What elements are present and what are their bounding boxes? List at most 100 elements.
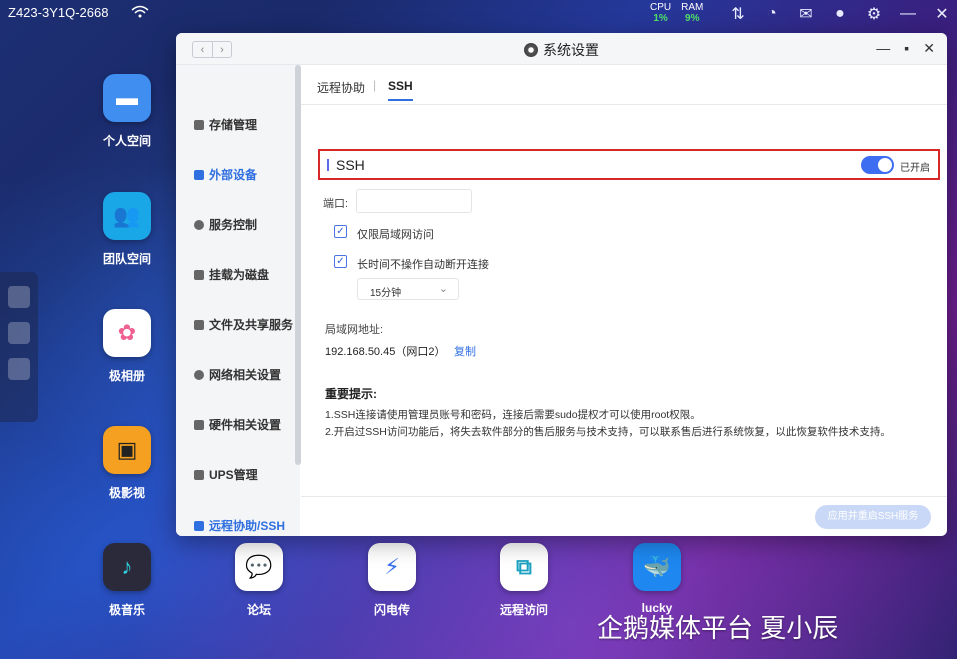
sidebar-item-storage[interactable]: 存储管理 xyxy=(194,116,257,133)
sidebar-item-file-sharing[interactable]: 文件及共享服务 xyxy=(194,316,293,333)
sidebar-item-label: 外部设备 xyxy=(209,168,258,182)
dock-drive-icon[interactable] xyxy=(8,286,30,308)
sidebar-item-label: 文件及共享服务 xyxy=(209,318,294,332)
desktop-icon-label: 闪电传 xyxy=(373,603,410,617)
lan-address-label: 局域网地址: xyxy=(325,324,384,336)
tab-bar: 远程协助 | SSH xyxy=(301,65,947,105)
sidebar-item-label: 网络相关设置 xyxy=(209,368,282,382)
user-icon[interactable]: ● xyxy=(830,4,850,24)
important-note-1: 1.SSH连接请使用管理员账号和密码，连接后需要sudo提权才可以使用root权… xyxy=(325,409,701,421)
photos-icon: ✿ xyxy=(103,309,151,357)
window-title: 系统设置 xyxy=(543,42,599,58)
device-name[interactable]: Z423-3Y1Q-2668 xyxy=(8,5,108,20)
video-icon: ▣ xyxy=(103,426,151,474)
desktop-icon-label: 极音乐 xyxy=(108,603,145,617)
timeout-value: 15分钟 xyxy=(370,288,402,299)
watermark: 企鹅媒体平台 夏小辰 xyxy=(597,613,839,643)
resource-stats[interactable]: CPU 1% RAM 9% xyxy=(650,2,703,24)
desktop-icon-video[interactable]: ▣ 极影视 xyxy=(82,426,172,501)
music-icon: ♪ xyxy=(103,543,151,591)
ssh-label: SSH xyxy=(336,157,365,173)
left-dock xyxy=(0,272,38,422)
close-icon[interactable]: ✕ xyxy=(932,4,952,24)
port-label: 端口: xyxy=(323,198,349,210)
copy-link[interactable]: 复制 xyxy=(454,343,476,359)
top-bar: Z423-3Y1Q-2668 CPU 1% RAM 9% ⇅ ◔ ✉ ● ⚙ — ✕ xyxy=(0,0,957,28)
ram-label: RAM xyxy=(681,2,704,13)
ups-icon xyxy=(194,469,204,480)
desktop-icon-label: 极影视 xyxy=(108,486,145,500)
accent-bar xyxy=(327,159,329,171)
sidebar-item-label: 服务控制 xyxy=(209,218,258,232)
desktop-icon-team[interactable]: 👥 团队空间 xyxy=(82,192,172,267)
desktop-icon-label: 远程访问 xyxy=(499,603,548,617)
desktop-icon-label: 论坛 xyxy=(246,603,271,617)
flash-transfer-icon: ⚡ xyxy=(368,543,416,591)
minimize-window-icon[interactable]: — xyxy=(876,40,890,57)
lan-address-value: 192.168.50.45（网口2） xyxy=(325,346,446,358)
dock-apps-icon[interactable] xyxy=(8,322,30,344)
timeout-select[interactable]: 15分钟 ⌄ xyxy=(357,278,459,300)
hardware-icon xyxy=(194,419,204,430)
sidebar-item-label: UPS管理 xyxy=(209,468,258,482)
important-title: 重要提示: xyxy=(325,387,377,401)
important-note-2: 2.开启过SSH访问功能后，将失去软件部分的售后服务与技术支持，可以联系售后进行… xyxy=(325,426,891,438)
cpu-value: 1% xyxy=(653,13,668,24)
window-titlebar[interactable]: ‹ › 系统设置 — ▪ ✕ xyxy=(176,33,947,65)
file-icon xyxy=(194,319,204,330)
desktop-icon-photos[interactable]: ✿ 极相册 xyxy=(82,309,172,384)
remote-icon xyxy=(194,520,204,531)
sidebar-item-external-devices[interactable]: 外部设备 xyxy=(194,166,257,183)
maximize-window-icon[interactable]: ▪ xyxy=(904,40,909,57)
settings-window: ‹ › 系统设置 — ▪ ✕ 存储管理 外部设备 服务控制 挂载为磁盘 文件及共… xyxy=(176,33,947,536)
wifi-icon[interactable] xyxy=(131,5,149,22)
remote-access-icon: ⧉ xyxy=(500,543,548,591)
speed-icon[interactable]: ◔ xyxy=(762,4,782,24)
device-icon xyxy=(194,169,204,180)
sidebar-item-hardware[interactable]: 硬件相关设置 xyxy=(194,416,281,433)
apply-restart-ssh-button[interactable]: 应用并重启SSH服务 xyxy=(815,505,931,529)
network-icon xyxy=(194,369,204,380)
sidebar-item-remote-ssh[interactable]: 远程协助/SSH xyxy=(194,517,285,534)
auto-disconnect-label: 长时间不操作自动断开连接 xyxy=(357,259,489,271)
sidebar-item-mount-disk[interactable]: 挂载为磁盘 xyxy=(194,266,269,283)
minimize-icon[interactable]: — xyxy=(898,4,918,24)
desktop-icon-label: 个人空间 xyxy=(102,134,151,148)
sidebar-item-label: 挂载为磁盘 xyxy=(209,268,270,282)
ssh-toggle[interactable] xyxy=(861,156,894,174)
sidebar-item-label: 远程协助/SSH xyxy=(209,519,286,533)
auto-disconnect-checkbox[interactable]: ✓ xyxy=(334,255,347,268)
desktop-icon-flash-transfer[interactable]: ⚡ 闪电传 xyxy=(347,543,437,618)
service-icon xyxy=(194,219,204,230)
gear-icon[interactable]: ⚙ xyxy=(864,4,884,24)
close-window-icon[interactable]: ✕ xyxy=(923,40,935,57)
docker-icon: 🐳 xyxy=(633,543,681,591)
sidebar-item-network[interactable]: 网络相关设置 xyxy=(194,366,281,383)
sidebar-item-service-control[interactable]: 服务控制 xyxy=(194,216,257,233)
cpu-label: CPU xyxy=(650,2,672,13)
sidebar-item-ups[interactable]: UPS管理 xyxy=(194,466,258,483)
settings-icon xyxy=(524,43,538,57)
folder-icon: ▬ xyxy=(103,74,151,122)
toggle-state-label: 已开启 xyxy=(900,163,930,174)
sidebar-item-label: 存储管理 xyxy=(209,118,258,132)
sidebar-item-label: 硬件相关设置 xyxy=(209,418,282,432)
forum-icon: 💬 xyxy=(235,543,283,591)
desktop-icon-remote-access[interactable]: ⧉ 远程访问 xyxy=(479,543,569,618)
desktop-icon-forum[interactable]: 💬 论坛 xyxy=(214,543,304,618)
port-input[interactable] xyxy=(356,189,472,213)
transfer-icon[interactable]: ⇅ xyxy=(728,4,748,24)
desktop-icon-label: 团队空间 xyxy=(102,252,151,266)
desktop-icon-personal[interactable]: ▬ 个人空间 xyxy=(82,74,172,149)
ram-value: 9% xyxy=(685,13,700,24)
desktop-icon-lucky[interactable]: 🐳 lucky xyxy=(612,543,702,615)
tab-remote-assist[interactable]: 远程协助 xyxy=(317,79,365,96)
lan-only-checkbox[interactable]: ✓ xyxy=(334,225,347,238)
mail-icon[interactable]: ✉ xyxy=(796,4,816,24)
desktop-icon-music[interactable]: ♪ 极音乐 xyxy=(82,543,172,618)
tab-ssh[interactable]: SSH xyxy=(388,79,413,101)
tab-separator: | xyxy=(373,78,377,92)
chevron-down-icon: ⌄ xyxy=(438,283,448,295)
ssh-toggle-row: SSH 已开启 xyxy=(318,149,940,180)
dock-settings-icon[interactable] xyxy=(8,358,30,380)
